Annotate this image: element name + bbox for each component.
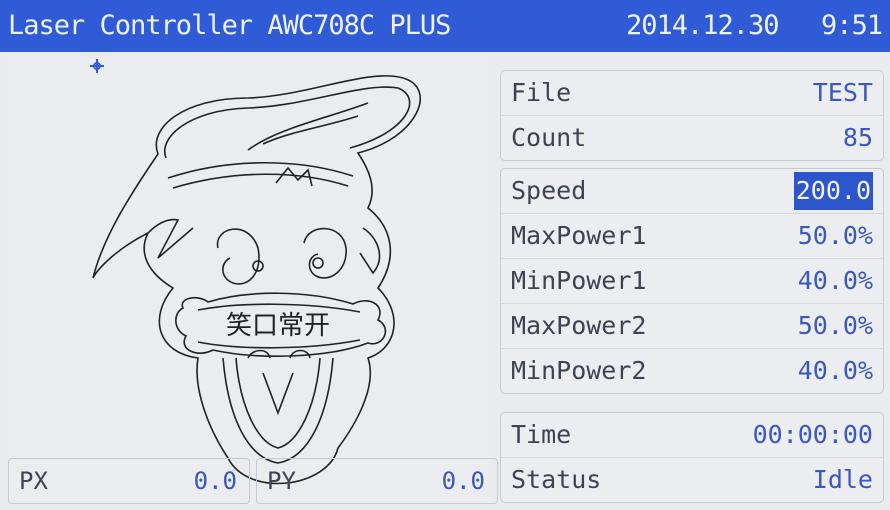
maxpower1-row[interactable]: MaxPower1 50.0%	[501, 214, 883, 259]
minpower1-row[interactable]: MinPower1 40.0%	[501, 259, 883, 304]
job-panel: File TEST Count 85	[500, 70, 884, 161]
maxpower2-value[interactable]: 50.0%	[798, 304, 873, 348]
banner-caption: 笑口常开	[226, 311, 330, 341]
minpower2-row[interactable]: MinPower2 40.0%	[501, 349, 883, 393]
time-label: Time	[511, 420, 572, 449]
date-display: 2014.12.30	[626, 10, 780, 41]
time-value: 00:00:00	[752, 420, 873, 449]
maxpower1-label: MaxPower1	[511, 221, 647, 250]
params-panel: Speed 200.0 MaxPower1 50.0% MinPower1 40…	[500, 168, 884, 394]
py-label: PY	[267, 467, 296, 495]
app-title: Laser Controller AWC708C PLUS	[8, 10, 451, 41]
count-row[interactable]: Count 85	[501, 116, 883, 160]
time-row: Time 00:00:00	[501, 413, 883, 458]
py-readout: PY 0.0	[256, 458, 498, 504]
file-label: File	[511, 78, 572, 107]
clock-display: 9:51	[820, 10, 883, 41]
maxpower2-label: MaxPower2	[511, 311, 647, 340]
px-label: PX	[19, 467, 48, 495]
status-row: Status Idle	[501, 458, 883, 502]
file-value: TEST	[812, 78, 873, 107]
minpower1-value[interactable]: 40.0%	[798, 259, 873, 303]
minpower2-label: MinPower2	[511, 356, 647, 385]
count-label: Count	[511, 123, 587, 152]
engraving-preview[interactable]: 笑口常开	[8, 58, 490, 506]
speed-value[interactable]: 200.0	[793, 172, 873, 210]
file-row[interactable]: File TEST	[501, 71, 883, 116]
status-panel: Time 00:00:00 Status Idle	[500, 412, 884, 503]
minpower2-value[interactable]: 40.0%	[798, 349, 873, 393]
status-label: Status	[511, 465, 602, 494]
speed-label: Speed	[511, 176, 587, 205]
crosshair-icon	[90, 59, 104, 73]
px-readout: PX 0.0	[8, 458, 250, 504]
minpower1-label: MinPower1	[511, 266, 647, 295]
count-value: 85	[842, 123, 873, 152]
py-value: 0.0	[441, 467, 485, 495]
px-value: 0.0	[193, 467, 237, 495]
speed-row[interactable]: Speed 200.0	[501, 169, 883, 214]
maxpower2-row[interactable]: MaxPower2 50.0%	[501, 304, 883, 349]
status-value: Idle	[812, 465, 873, 494]
title-bar: Laser Controller AWC708C PLUS 2014.12.30…	[0, 0, 890, 52]
design-graphic: 笑口常开	[90, 59, 421, 485]
maxpower1-value[interactable]: 50.0%	[798, 214, 873, 258]
